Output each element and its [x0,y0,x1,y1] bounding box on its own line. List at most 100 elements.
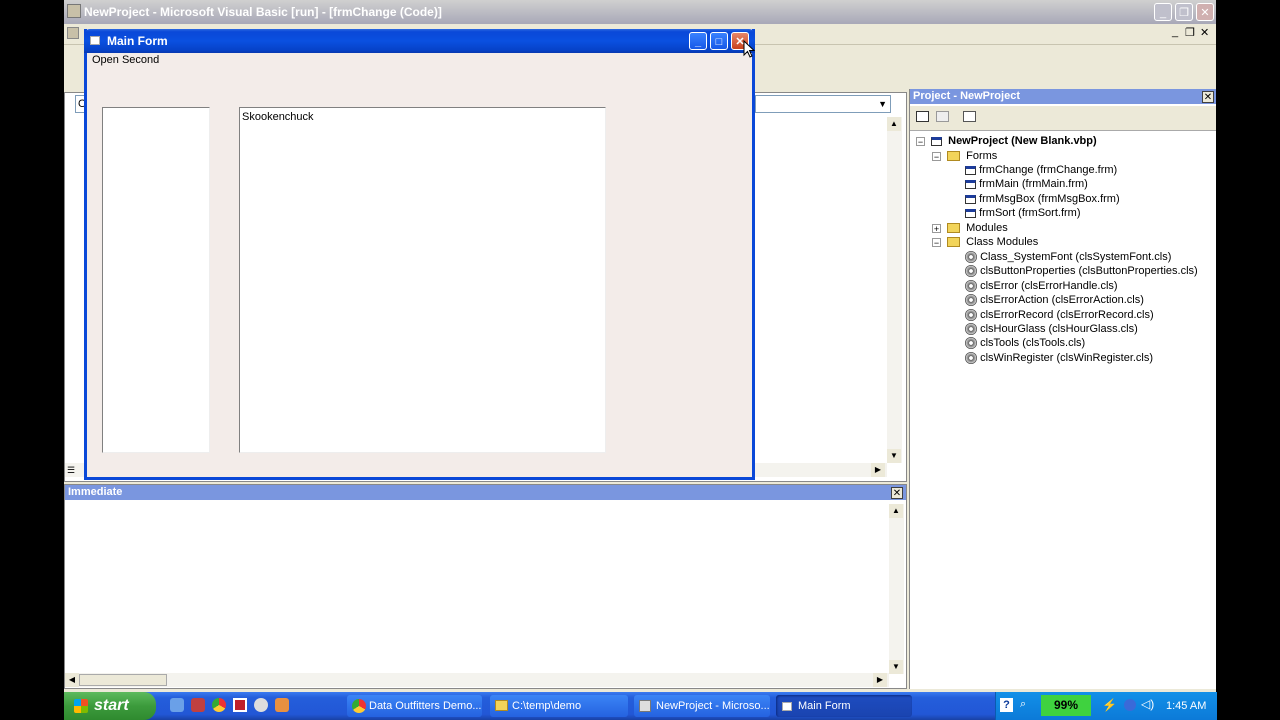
immediate-window: Immediate ✕ ▲ ▼ ◀ ▶ [64,484,907,689]
power-plug-icon[interactable]: ⚡ [1102,698,1117,712]
tree-item-form[interactable]: frmMain (frmMain.frm) [965,177,1088,191]
tree-item-class[interactable]: clsTools (clsTools.cls) [965,336,1085,350]
ide-title-bar[interactable]: NewProject - Microsoft Visual Basic [run… [64,0,1216,24]
form-minimize-button[interactable]: _ [689,32,707,50]
tree-item-label: frmSort (frmSort.frm) [979,207,1081,219]
collapse-icon[interactable]: − [932,151,941,161]
class-module-icon [965,323,977,336]
collapse-icon[interactable]: − [932,237,941,247]
folder-open-icon [947,237,961,248]
class-module-icon [965,337,977,350]
start-button[interactable]: start [64,692,156,720]
taskbar-item-mainform[interactable]: Main Form [776,695,912,717]
folder-open-icon [947,151,961,162]
tree-root[interactable]: − NewProject (New Blank.vbp) [916,134,1097,148]
mic-icon[interactable]: ⌕ [1020,698,1026,711]
battery-indicator[interactable]: 99% [1041,695,1091,716]
tree-item-label: frmMain (frmMain.frm) [979,178,1088,190]
scroll-thumb[interactable] [79,674,167,686]
tree-item-class[interactable]: clsErrorRecord (clsErrorRecord.cls) [965,308,1154,322]
start-label: start [94,697,129,714]
tree-folder-class-modules[interactable]: − Class Modules [932,235,1038,249]
chevron-down-icon[interactable]: ▼ [878,99,887,109]
mdi-minimize-icon[interactable]: _ [1172,26,1178,38]
project-panel-close-icon[interactable]: ✕ [1202,91,1214,103]
ide-close-button[interactable]: ✕ [1196,3,1214,21]
quicklaunch-app-icon[interactable] [233,698,247,712]
immediate-textarea[interactable] [65,503,888,673]
view-code-icon[interactable] [916,111,929,122]
tree-folder-forms[interactable]: − Forms [932,149,997,163]
taskbar-item-label: Main Form [798,700,851,712]
scroll-left-arrow-icon[interactable]: ◀ [65,673,79,687]
tree-folder-modules[interactable]: + Modules [932,221,1008,235]
taskbar-item-label: NewProject - Microso... [656,700,770,712]
menu-doc-icon [67,27,79,39]
scroll-right-arrow-icon[interactable]: ▶ [873,673,887,687]
scroll-up-arrow-icon[interactable]: ▲ [889,504,903,518]
mdi-close-icon[interactable]: ✕ [1200,26,1209,39]
scroll-up-arrow-icon[interactable]: ▲ [887,117,901,131]
code-proc-dropdown[interactable]: ▼ [755,95,891,113]
tree-item-class[interactable]: clsErrorAction (clsErrorAction.cls) [965,293,1144,307]
mdi-restore-icon[interactable]: ❐ [1185,26,1195,39]
taskbar-item-vb[interactable]: NewProject - Microso... [634,695,770,717]
tree-folder-label: Forms [966,150,998,162]
expand-icon[interactable]: + [932,223,941,233]
ide-restore-button[interactable]: ❐ [1175,3,1193,21]
quicklaunch-desktop-icon[interactable] [170,698,184,712]
ide-title-text: NewProject - Microsoft Visual Basic [run… [84,5,442,19]
vb-app-icon [67,4,81,18]
quicklaunch-tools-icon[interactable] [191,698,205,712]
form-window-icon [90,36,100,45]
listbox-left[interactable] [102,107,210,453]
quicklaunch-paint-icon[interactable] [275,698,289,712]
quicklaunch-gear-icon[interactable] [254,698,268,712]
tree-item-class[interactable]: clsHourGlass (clsHourGlass.cls) [965,322,1138,336]
folder-icon [947,223,961,234]
project-panel-title: Project - NewProject [913,90,1020,102]
code-vscrollbar[interactable]: ▲ ▼ [887,117,902,463]
immediate-close-icon[interactable]: ✕ [891,487,903,499]
scroll-right-arrow-icon[interactable]: ▶ [871,463,885,477]
tree-item-class[interactable]: clsWinRegister (clsWinRegister.cls) [965,351,1153,365]
ide-minimize-button[interactable]: _ [1154,3,1172,21]
form-maximize-button[interactable]: □ [710,32,728,50]
tree-item-form[interactable]: frmSort (frmSort.frm) [965,206,1081,220]
volume-icon[interactable]: ◁) [1141,697,1154,711]
clock: 1:45 AM [1166,700,1207,712]
toggle-folders-icon[interactable] [963,111,976,122]
tree-item-form[interactable]: frmChange (frmChange.frm) [965,163,1117,177]
network-icon[interactable] [1124,699,1136,711]
menu-open-second[interactable]: Open Second [92,54,159,66]
tree-item-label: clsErrorAction (clsErrorAction.cls) [980,294,1144,306]
listbox-right[interactable]: Skookenchuck [239,107,606,453]
form-icon [782,702,792,711]
immediate-header: Immediate [65,485,906,500]
tree-item-label: clsWinRegister (clsWinRegister.cls) [980,352,1154,364]
quicklaunch-chrome-icon[interactable] [212,698,226,712]
tree-item-form[interactable]: frmMsgBox (frmMsgBox.frm) [965,192,1120,206]
scroll-down-arrow-icon[interactable]: ▼ [889,660,903,674]
windows-logo-icon [74,699,88,713]
project-panel-header: Project - NewProject [910,89,1216,104]
list-item[interactable]: Skookenchuck [242,111,314,123]
main-form-title-bar[interactable]: Main Form _ □ ✕ [84,29,755,53]
immediate-vscrollbar[interactable]: ▲ ▼ [889,504,904,674]
immediate-hscrollbar[interactable]: ◀ ▶ [65,673,889,687]
scroll-down-arrow-icon[interactable]: ▼ [887,449,901,463]
main-form-window: Main Form _ □ ✕ Open Second Skookenchuck [84,29,755,480]
tree-item-class[interactable]: clsButtonProperties (clsButtonProperties… [965,264,1198,278]
form-icon [965,179,976,189]
taskbar-item-explorer[interactable]: C:\temp\demo [490,695,628,717]
tree-item-class[interactable]: Class_SystemFont (clsSystemFont.cls) [965,250,1171,264]
battery-percent: 99% [1053,698,1079,712]
tree-item-class[interactable]: clsError (clsErrorHandle.cls) [965,279,1118,293]
help-icon[interactable]: ? [1000,698,1013,712]
split-view-icon[interactable]: ☰ [67,465,75,476]
tree-item-label: frmChange (frmChange.frm) [979,164,1118,176]
main-form-menubar: Open Second [87,53,752,69]
collapse-icon[interactable]: − [916,136,925,146]
view-object-icon[interactable] [936,111,949,122]
taskbar-item-chrome[interactable]: Data Outfitters Demo... [347,695,482,717]
